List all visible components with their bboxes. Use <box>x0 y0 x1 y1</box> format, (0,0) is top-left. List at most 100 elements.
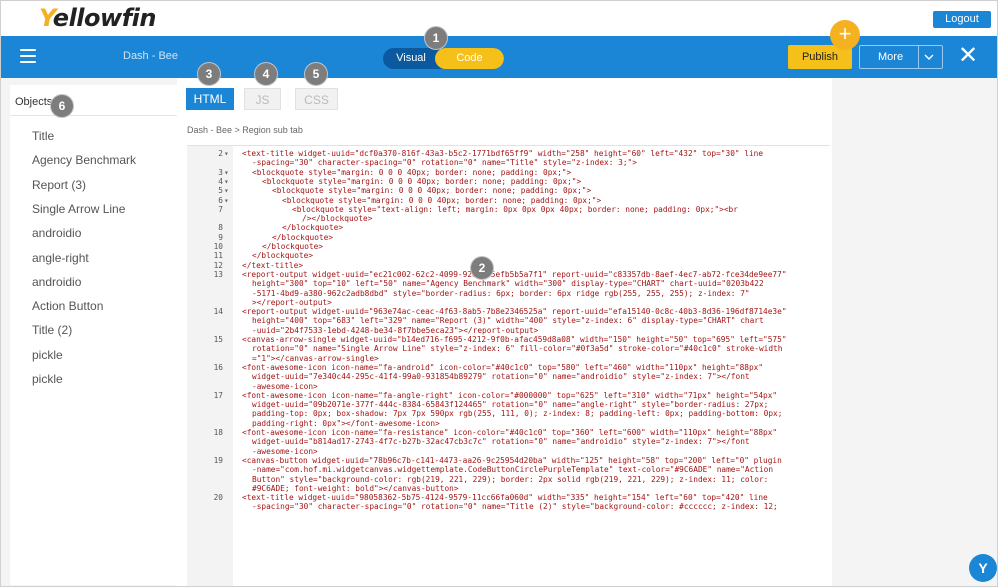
code-text: </text-title> <box>242 260 304 270</box>
line-number: 15 <box>213 335 223 344</box>
code-mode-option[interactable]: Code <box>435 48 504 69</box>
code-text: rotation="0" name="Single Arrow Line" st… <box>252 344 783 354</box>
code-text: -name="com.hof.mi.widgetcanvas.widgettem… <box>252 465 774 475</box>
chevron-down-icon[interactable] <box>923 48 935 69</box>
line-number: 3 <box>218 167 223 177</box>
object-list-item[interactable]: Report (3) <box>32 178 86 192</box>
object-list-item[interactable]: androidio <box>32 275 81 289</box>
code-text: Button" style="background-color: rgb(219… <box>252 474 769 484</box>
properties-panel <box>835 78 997 586</box>
line-number: 8 <box>218 223 223 233</box>
code-text: <canvas-arrow-single widget-uuid="b14ed7… <box>242 335 787 344</box>
code-text: widget-uuid="b814ad17-2743-4f7c-b27b-32a… <box>252 437 750 447</box>
logo-letter-y: Y <box>39 4 53 32</box>
object-list-item[interactable]: Action Button <box>32 299 103 313</box>
object-list-item[interactable]: pickle <box>32 372 63 386</box>
code-text: widget-uuid="7e340c44-295c-41f4-99a0-931… <box>252 372 750 382</box>
menu-icon[interactable] <box>20 49 36 63</box>
yellowfin-logo[interactable]: Yellowfin <box>39 4 156 32</box>
fold-toggle-icon[interactable]: ▾ <box>224 168 229 177</box>
object-list-item[interactable]: Title <box>32 129 54 143</box>
code-text: /></blockquote> <box>302 214 373 224</box>
callout-badge-6: 6 <box>51 95 73 117</box>
objects-panel: Objects Title Agency Benchmark Report (3) S… <box>10 85 177 585</box>
fold-toggle-icon[interactable]: ▾ <box>224 177 229 186</box>
code-text: padding-top: 0px; box-shadow: 7px 7px 59… <box>252 409 783 419</box>
line-number: 16 <box>213 362 223 372</box>
app-window: Yellowfin Logout Dash - Bee Visual Code … <box>0 0 998 587</box>
code-text: <blockquote style="margin: 0 0 0 40px; b… <box>272 186 592 196</box>
help-button[interactable]: Y <box>969 554 997 582</box>
object-list-item[interactable]: pickle <box>32 348 63 362</box>
callout-badge-4: 4 <box>255 63 277 85</box>
line-number: 18 <box>213 428 223 437</box>
objects-panel-title: Objects <box>15 96 53 108</box>
callout-badge-3: 3 <box>198 63 220 85</box>
code-text: <blockquote style="margin: 0 0 0 40px; b… <box>262 176 582 186</box>
object-list-item[interactable]: Agency Benchmark <box>32 153 136 167</box>
divider <box>10 115 177 116</box>
code-text: <font-awesome-icon icon-name="fa-android… <box>242 362 764 372</box>
code-text: <report-output widget-uuid="963e74ac-cea… <box>242 307 787 317</box>
logout-button[interactable]: Logout <box>933 11 991 28</box>
code-text: -uuid="2b4f7533-1ebd-4248-be34-8f7bbe5ec… <box>252 325 539 335</box>
object-list-item[interactable]: androidio <box>32 226 81 240</box>
code-text: padding-right: 0px"></font-awesome-icon> <box>252 418 440 428</box>
object-list-item[interactable]: Title (2) <box>32 323 72 337</box>
line-number: 6 <box>218 195 223 205</box>
close-icon[interactable]: ✕ <box>958 44 978 68</box>
code-text: <blockquote style="text-align: left; mar… <box>292 204 738 214</box>
tab-css[interactable]: CSS <box>295 88 338 110</box>
more-divider <box>918 46 919 68</box>
code-text: </blockquote> <box>282 223 344 233</box>
line-number: 2 <box>218 149 223 158</box>
code-text: <text-title widget-uuid="dcf0a370-816f-4… <box>242 149 764 158</box>
code-text: <blockquote style="margin: 0 0 0 40px; b… <box>282 195 602 205</box>
code-text: -spacing="30" character-spacing="0" rota… <box>252 158 637 168</box>
visual-mode-option[interactable]: Visual <box>383 48 439 69</box>
fold-toggle-icon[interactable]: ▾ <box>224 186 229 195</box>
code-text: widget-uuid="09b2071e-377f-444c-8384-658… <box>252 400 769 410</box>
dashboard-name[interactable]: Dash - Bee <box>123 50 178 62</box>
code-text: <blockquote style="margin: 0 0 0 40px; b… <box>252 167 572 177</box>
code-text: ></report-output> <box>252 297 332 307</box>
tab-html[interactable]: HTML <box>186 88 234 110</box>
code-editor-panel: HTML JS CSS Dash - Bee > Region sub tab … <box>177 78 832 586</box>
fold-toggle-icon[interactable]: ▾ <box>224 149 229 158</box>
line-number: 19 <box>213 455 223 465</box>
tab-js[interactable]: JS <box>244 88 281 110</box>
line-number: 9 <box>218 232 223 242</box>
code-text: <font-awesome-icon icon-name="fa-angle-r… <box>242 390 778 400</box>
code-text: -5171-4bd9-a380-962c2adb8dbd" style="bor… <box>252 288 750 298</box>
breadcrumb: Dash - Bee > Region sub tab <box>187 125 303 135</box>
code-text: </blockquote> <box>272 232 334 242</box>
line-number: 11 <box>213 251 223 261</box>
code-text: -awesome-icon> <box>252 381 318 391</box>
line-number: 4 <box>218 176 223 186</box>
callout-badge-1: 1 <box>425 27 447 49</box>
code-text: -spacing="30" character-spacing="0" rota… <box>252 502 778 512</box>
code-text: </blockquote> <box>252 251 314 261</box>
more-label: More <box>878 51 904 63</box>
object-list-item[interactable]: Single Arrow Line <box>32 202 125 216</box>
line-number: 14 <box>213 307 223 317</box>
code-text: -awesome-icon> <box>252 446 318 456</box>
code-text: <font-awesome-icon icon-name="fa-resista… <box>242 428 778 437</box>
callout-badge-5: 5 <box>305 63 327 85</box>
code-text: </blockquote> <box>262 242 324 251</box>
line-number: 5 <box>218 186 223 196</box>
object-list-item[interactable]: angle-right <box>32 251 89 265</box>
code-text: #9C6ADE; font-weight: bold"></canvas-but… <box>252 483 459 493</box>
code-text: ="1"></canvas-arrow-single> <box>252 353 379 363</box>
code-text: height="400" top="683" left="329" name="… <box>252 316 764 326</box>
code-text: height="300" top="10" left="50" name="Ag… <box>252 279 764 289</box>
logo-wordmark: ellowfin <box>52 4 157 32</box>
fold-toggle-icon[interactable]: ▾ <box>224 196 229 205</box>
more-button[interactable]: More <box>859 45 943 69</box>
line-number: 7 <box>218 204 223 214</box>
code-text: <report-output widget-uuid="ec21c002-62c… <box>242 269 787 279</box>
add-icon[interactable]: + <box>830 20 860 50</box>
code-editor[interactable]: 2 ▾ <text-title widget-uuid="dcf0a370-816f… <box>187 145 830 586</box>
line-number: 12 <box>213 260 223 270</box>
view-mode-toggle[interactable]: Visual Code <box>383 48 504 69</box>
